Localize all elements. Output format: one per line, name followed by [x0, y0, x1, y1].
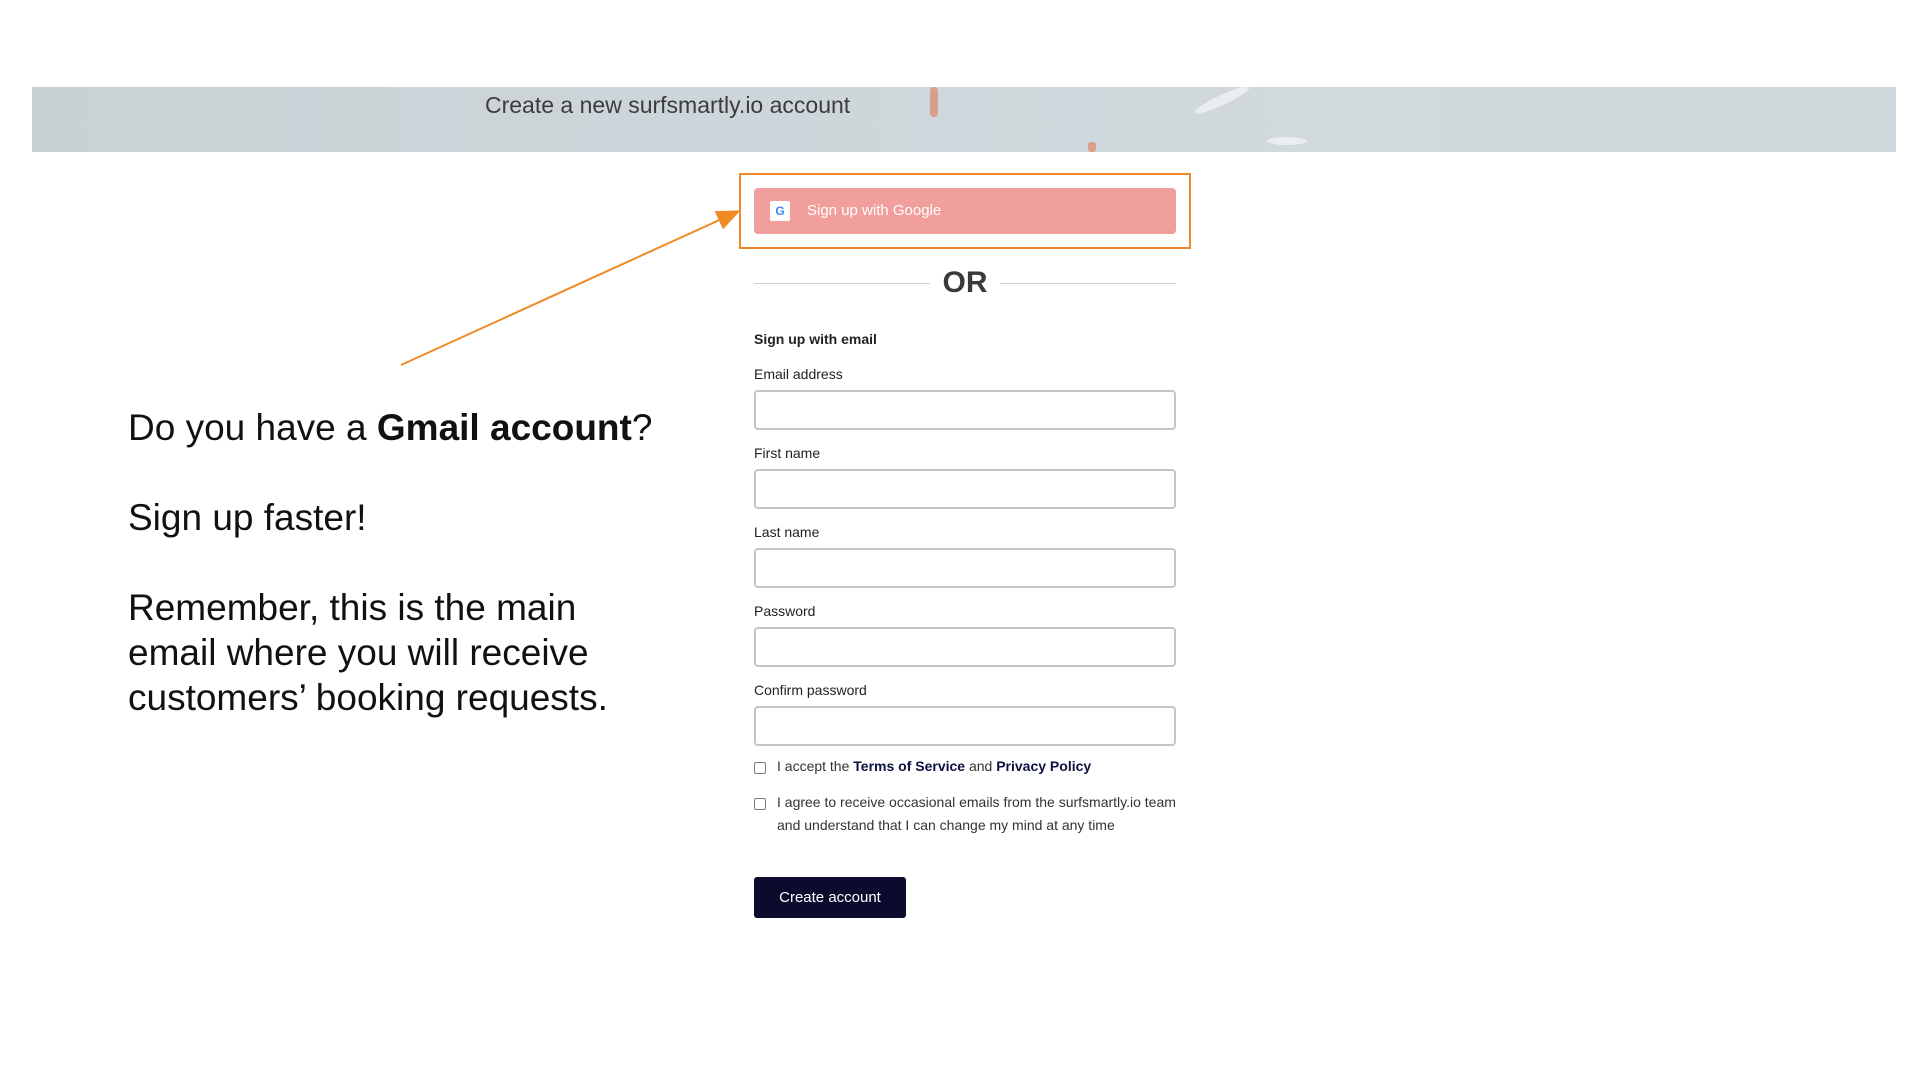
- google-g-icon: G: [770, 201, 790, 221]
- last-name-label: Last name: [754, 524, 820, 540]
- terms-and: and: [965, 758, 997, 774]
- first-name-field[interactable]: [754, 469, 1176, 509]
- confirm-password-label: Confirm password: [754, 682, 867, 698]
- google-signup-label: Sign up with Google: [807, 202, 942, 219]
- terms-checkbox[interactable]: [754, 762, 766, 774]
- terms-prefix: I accept the: [777, 758, 854, 774]
- or-text: OR: [942, 266, 988, 299]
- terms-text: I accept the Terms of Service and Privac…: [777, 755, 1177, 778]
- confirm-password-field[interactable]: [754, 706, 1176, 746]
- email-label: Email address: [754, 366, 843, 382]
- last-name-field[interactable]: [754, 548, 1176, 588]
- privacy-policy-link[interactable]: Privacy Policy: [996, 758, 1091, 774]
- or-divider: OR: [754, 264, 1176, 302]
- email-field[interactable]: [754, 390, 1176, 430]
- password-label: Password: [754, 603, 816, 619]
- terms-of-service-link[interactable]: Terms of Service: [853, 758, 965, 774]
- password-field[interactable]: [754, 627, 1176, 667]
- email-signup-heading: Sign up with email: [754, 331, 877, 347]
- annotation-arrow: [400, 210, 741, 366]
- marketing-emails-text: I agree to receive occasional emails fro…: [777, 794, 1176, 833]
- marketing-emails-checkbox[interactable]: [754, 798, 766, 810]
- google-signup-button[interactable]: G Sign up with Google: [754, 188, 1176, 234]
- first-name-label: First name: [754, 445, 821, 461]
- create-account-button[interactable]: Create account: [754, 877, 906, 918]
